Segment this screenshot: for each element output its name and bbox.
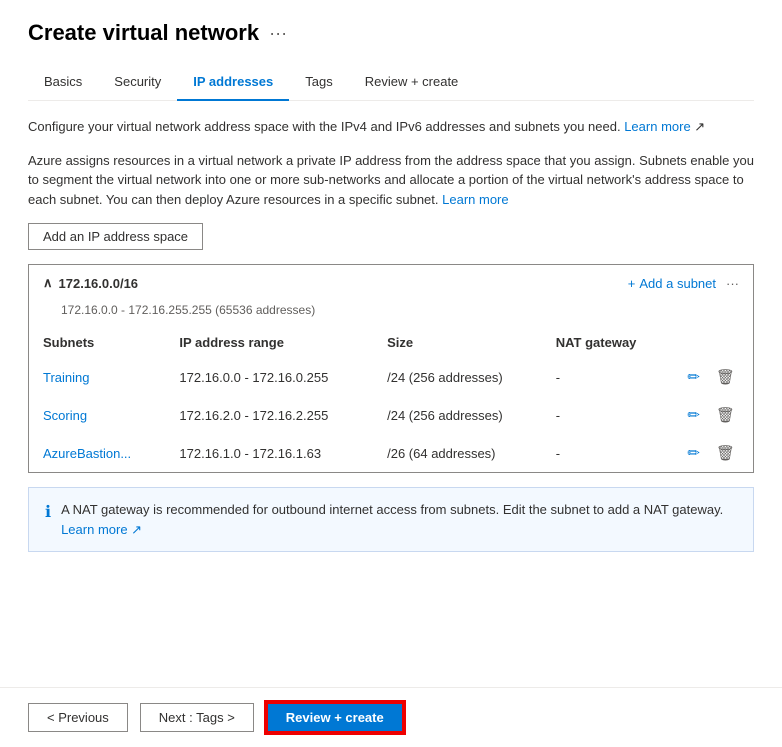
tab-basics[interactable]: Basics xyxy=(28,64,98,101)
next-tags-button[interactable]: Next : Tags > xyxy=(140,703,254,732)
tab-ip-addresses[interactable]: IP addresses xyxy=(177,64,289,101)
col-header-nat: NAT gateway xyxy=(542,327,670,358)
subnet-link-0[interactable]: Training xyxy=(43,370,89,385)
tab-tags[interactable]: Tags xyxy=(289,64,348,101)
ip-cidr: 172.16.0.0/16 xyxy=(59,276,139,291)
add-ip-address-space-button[interactable]: Add an IP address space xyxy=(28,223,203,250)
col-header-subnets: Subnets xyxy=(29,327,165,358)
footer: < Previous Next : Tags > Review + create xyxy=(0,687,782,747)
edit-subnet-button-2[interactable]: ✏ xyxy=(683,442,704,464)
ip-block-more-icon[interactable]: ··· xyxy=(726,276,739,291)
page-title: Create virtual network xyxy=(28,20,259,46)
subnet-table: Subnets IP address range Size NAT gatewa… xyxy=(29,327,753,472)
size-cell: /24 (256 addresses) xyxy=(373,396,542,434)
tab-review-create[interactable]: Review + create xyxy=(349,64,475,101)
ip-range-cell: 172.16.2.0 - 172.16.2.255 xyxy=(165,396,373,434)
delete-subnet-button-0[interactable]: 🗑 xyxy=(712,366,739,388)
info-icon: ℹ xyxy=(45,501,51,525)
edit-subnet-button-1[interactable]: ✏ xyxy=(683,404,704,426)
ip-block: ∧ 172.16.0.0/16 + Add a subnet ··· 172.1… xyxy=(28,264,754,473)
col-header-actions xyxy=(669,327,753,358)
nat-cell: - xyxy=(542,434,670,472)
add-subnet-button[interactable]: + Add a subnet xyxy=(628,276,716,291)
subnet-name-cell: Scoring xyxy=(29,396,165,434)
delete-subnet-button-2[interactable]: 🗑 xyxy=(712,442,739,464)
plus-icon: + xyxy=(628,276,636,291)
description2: Azure assigns resources in a virtual net… xyxy=(28,151,754,210)
tab-bar: Basics Security IP addresses Tags Review… xyxy=(28,64,754,101)
ip-range-cell: 172.16.0.0 - 172.16.0.255 xyxy=(165,358,373,396)
table-row: Training 172.16.0.0 - 172.16.0.255 /24 (… xyxy=(29,358,753,396)
table-row: AzureBastion... 172.16.1.0 - 172.16.1.63… xyxy=(29,434,753,472)
info-text: A NAT gateway is recommended for outboun… xyxy=(61,500,737,539)
row-actions: ✏ 🗑 xyxy=(669,396,753,434)
previous-button[interactable]: < Previous xyxy=(28,703,128,732)
learn-more-link-2[interactable]: Learn more xyxy=(442,192,508,207)
subnet-name-cell: Training xyxy=(29,358,165,396)
subnet-name-cell: AzureBastion... xyxy=(29,434,165,472)
learn-more-link-3[interactable]: Learn more ↗ xyxy=(61,522,142,537)
size-cell: /24 (256 addresses) xyxy=(373,358,542,396)
nat-cell: - xyxy=(542,358,670,396)
review-create-button[interactable]: Review + create xyxy=(266,702,404,733)
edit-subnet-button-0[interactable]: ✏ xyxy=(683,366,704,388)
nat-cell: - xyxy=(542,396,670,434)
size-cell: /26 (64 addresses) xyxy=(373,434,542,472)
subnet-link-2[interactable]: AzureBastion... xyxy=(43,446,131,461)
info-box: ℹ A NAT gateway is recommended for outbo… xyxy=(28,487,754,552)
ip-range-cell: 172.16.1.0 - 172.16.1.63 xyxy=(165,434,373,472)
ip-range-info: 172.16.0.0 - 172.16.255.255 (65536 addre… xyxy=(29,301,753,327)
chevron-down-icon: ∧ xyxy=(43,275,53,291)
col-header-size: Size xyxy=(373,327,542,358)
col-header-ip-range: IP address range xyxy=(165,327,373,358)
row-actions: ✏ 🗑 xyxy=(669,434,753,472)
table-row: Scoring 172.16.2.0 - 172.16.2.255 /24 (2… xyxy=(29,396,753,434)
ellipsis-menu-icon[interactable]: ··· xyxy=(269,23,287,44)
learn-more-link-1[interactable]: Learn more xyxy=(624,119,690,134)
subnet-link-1[interactable]: Scoring xyxy=(43,408,87,423)
row-actions: ✏ 🗑 xyxy=(669,358,753,396)
delete-subnet-button-1[interactable]: 🗑 xyxy=(712,404,739,426)
tab-security[interactable]: Security xyxy=(98,64,177,101)
description1: Configure your virtual network address s… xyxy=(28,117,754,137)
